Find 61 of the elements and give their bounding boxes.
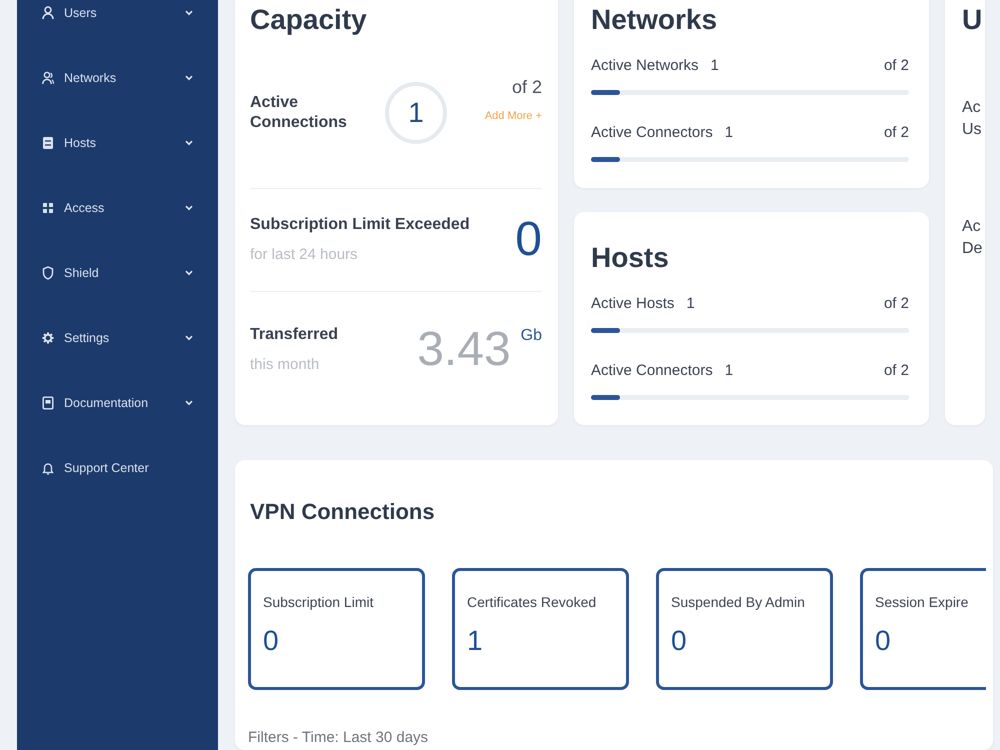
meter-count: 1: [710, 56, 719, 76]
sidebar-item[interactable]: Hosts: [17, 110, 218, 175]
stat-value: 0: [875, 624, 892, 658]
connection-count-ring: 1: [385, 82, 447, 144]
meter-count: 1: [724, 123, 734, 143]
card-title: Hosts: [591, 241, 670, 275]
stat-label: Subscription Limit: [263, 593, 374, 612]
meter-label: Active Networks: [591, 56, 699, 76]
sidebar-item[interactable]: Shield: [17, 240, 218, 305]
people-icon: [42, 70, 54, 84]
stat-label: Transferred: [250, 324, 338, 344]
meter-count: 1: [724, 361, 734, 381]
shield-icon: [42, 266, 54, 280]
stat-value: 3.43: [417, 324, 511, 376]
stat-value: 0: [263, 624, 280, 658]
chevron-down-icon: [185, 270, 193, 276]
stat-label: Active Connections: [250, 93, 348, 133]
stat-label: Subscription Limit Exceeded: [250, 215, 470, 235]
sidebar-item[interactable]: Access: [17, 175, 218, 240]
card-title: U: [962, 3, 984, 37]
server-icon: [42, 136, 54, 150]
grid-icon: [42, 200, 54, 214]
chevron-down-icon: [185, 140, 193, 146]
section-title: VPN Connections: [250, 498, 436, 526]
sidebar-item[interactable]: Users: [17, 0, 218, 45]
stat-value: 0: [515, 214, 542, 266]
meter-total: of 2: [884, 361, 909, 381]
stat-label: Session Expire: [875, 593, 970, 612]
gear-icon: [42, 330, 54, 344]
sidebar-item[interactable]: Networks: [17, 45, 218, 110]
chevron-down-icon: [185, 204, 193, 210]
stat-label: Ac De: [962, 217, 984, 259]
meter-label: Active Connectors: [591, 361, 713, 381]
meter-count: 1: [686, 294, 695, 314]
meter-total: of 2: [884, 56, 909, 76]
sidebar-item[interactable]: Settings: [17, 305, 218, 370]
meter-label: Active Hosts: [591, 294, 674, 314]
card-title: Networks: [591, 3, 718, 37]
stat-label: Suspended By Admin: [671, 593, 806, 612]
document-icon: [42, 396, 54, 410]
stat-sublabel: this month: [250, 354, 320, 374]
stat-label: Certificates Revoked: [467, 593, 598, 612]
sidebar-item[interactable]: Support Center: [17, 435, 218, 500]
chevron-down-icon: [185, 334, 193, 340]
meter-label: Active Connectors: [591, 123, 713, 143]
stat-total: of 2: [512, 77, 542, 97]
stat-label: Ac Us: [962, 98, 983, 140]
card-title: Capacity: [250, 3, 368, 37]
chevron-down-icon: [185, 74, 193, 80]
person-icon: [42, 6, 54, 20]
bell-icon: [42, 460, 54, 474]
stat-value: 0: [671, 624, 688, 658]
stat-value: 1: [467, 624, 484, 658]
meter-total: of 2: [884, 294, 909, 314]
meter-total: of 2: [884, 123, 909, 143]
chevron-down-icon: [185, 400, 193, 406]
chevron-down-icon: [185, 10, 193, 16]
filters-text: Filters - Time: Last 30 days: [248, 728, 430, 748]
stat-unit: Gb: [520, 326, 542, 346]
sidebar-item[interactable]: Documentation: [17, 370, 218, 435]
stat-sublabel: for last 24 hours: [250, 245, 359, 265]
